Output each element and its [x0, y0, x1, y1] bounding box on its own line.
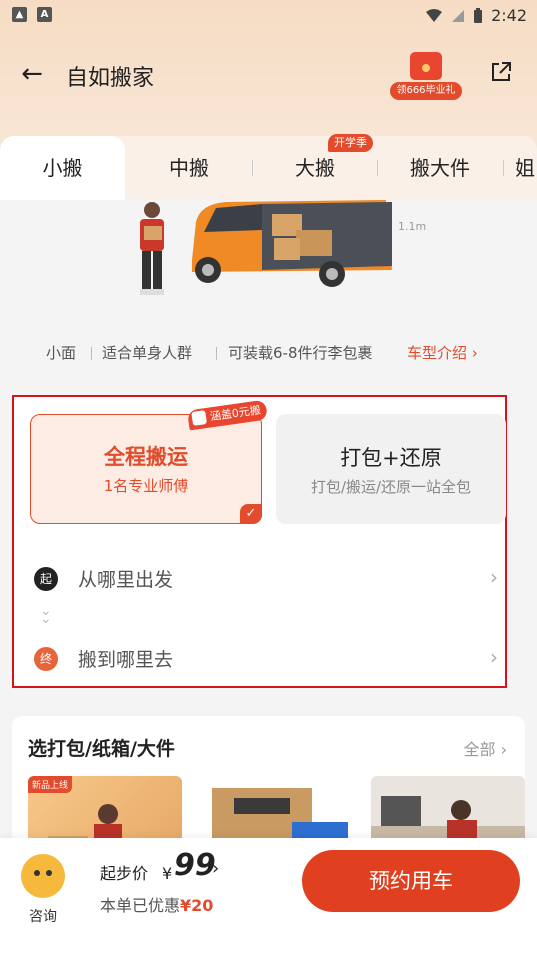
currency-symbol: ¥ [162, 864, 173, 883]
back-arrow-icon[interactable]: ← [16, 58, 48, 90]
chevron-right-icon: › [490, 565, 498, 589]
info-divider [216, 347, 217, 360]
consult-label: 咨询 [29, 909, 57, 925]
tab-divider [503, 160, 504, 176]
service-pack-restore-subtitle: 打包/搬运/还原一站全包 [310, 478, 472, 496]
gift-label: 领666毕业礼 [390, 82, 462, 100]
gallery-notification-icon: ▲ [12, 7, 27, 22]
service-pack-restore[interactable]: 打包+还原 打包/搬运/还原一站全包 [276, 414, 506, 524]
chevron-right-icon: › [212, 858, 220, 879]
wifi-icon [426, 8, 443, 22]
booking-card: 全程搬运 1名专业师傅 ✓ 涵盖0元搬 打包+还原 打包/搬运/还原一站全包 起… [12, 395, 507, 688]
signal-icon [452, 9, 465, 22]
bottom-action-bar: 咨询 起步价 ¥ 99 › 本单已优惠¥20 预约用车 [0, 838, 537, 956]
price-label: 起步价 [100, 864, 149, 883]
section-title: 选打包/纸箱/大件 [28, 738, 175, 760]
service-full-moving-subtitle: 1名专业师傅 [103, 477, 189, 495]
red-envelope-icon [410, 52, 442, 80]
dimension-label: 1.1m [398, 220, 427, 233]
vehicle-intro-link[interactable]: 车型介绍 › [407, 342, 478, 363]
van-illustration [192, 200, 392, 287]
book-vehicle-button[interactable]: 预约用车 [302, 850, 520, 912]
route-start-text: 从哪里出发 [78, 569, 174, 591]
packing-bundle-section: 选打包/纸箱/大件 全部 › 新品上线 [12, 716, 525, 856]
price-value: 99 [174, 848, 216, 883]
chevron-right-icon: › [490, 645, 498, 669]
end-marker-icon: 终 [34, 647, 58, 671]
share-icon[interactable] [487, 60, 515, 88]
vehicle-capacity: 可装载6-8件行李包裹 [228, 344, 373, 362]
service-full-moving[interactable]: 全程搬运 1名专业师傅 ✓ [30, 414, 262, 524]
mascot-icon [21, 854, 65, 898]
route-end-text: 搬到哪里去 [78, 649, 174, 671]
battery-icon [474, 7, 483, 23]
tab-badge: 开学季 [328, 134, 373, 152]
vehicle-type: 小面 [46, 344, 77, 362]
discount-value: ¥20 [180, 896, 214, 915]
info-divider [91, 347, 92, 360]
discount-label: 本单已优惠 [100, 896, 181, 915]
route-end-row[interactable]: 终 搬到哪里去 › [34, 639, 504, 679]
vehicle-audience: 适合单身人群 [102, 344, 193, 362]
vehicle-tabs: 小搬 中搬 大搬 搬大件 姐 [0, 136, 537, 200]
view-all-link[interactable]: 全部 › [464, 736, 508, 760]
check-icon: ✓ [240, 504, 262, 524]
start-marker-icon: 起 [34, 567, 58, 591]
title-bar: ← 自如搬家 领666毕业礼 [0, 50, 537, 100]
vehicle-illustration-area: 1.1m 小面 适合单身人群 可装载6-8件行李包裹 车型介绍 › [0, 200, 537, 385]
tab-medium-move[interactable]: 中搬 [126, 136, 252, 200]
consult-button[interactable]: 咨询 [18, 854, 68, 925]
service-full-moving-title: 全程搬运 [104, 445, 188, 469]
chevron-down-double-icon: ⌄ ⌄ [40, 603, 52, 627]
thumbs-up-icon [191, 410, 208, 426]
service-pack-restore-title: 打包+还原 [340, 446, 442, 470]
route-start-row[interactable]: 起 从哪里出发 › [34, 559, 504, 599]
discount-text: 本单已优惠¥20 [100, 892, 213, 916]
vehicle-info-row: 小面 适合单身人群 可装载6-8件行李包裹 车型介绍 › [0, 342, 537, 366]
new-tag: 新品上线 [28, 776, 73, 793]
status-bar: ▲ A 2:42 [0, 0, 537, 32]
graduation-gift-button[interactable]: 领666毕业礼 [390, 50, 462, 102]
tab-small-move[interactable]: 小搬 [0, 136, 125, 200]
mover-illustration [140, 202, 164, 295]
app-notification-icon: A [37, 7, 52, 22]
page-title: 自如搬家 [66, 66, 155, 91]
tab-big-items[interactable]: 搬大件 [378, 136, 502, 200]
status-time: 2:42 [491, 6, 527, 25]
tab-more[interactable]: 姐 [515, 136, 537, 200]
view-all-label: 全部 [463, 740, 496, 759]
promo-badge-text: 涵盖0元搬 [209, 403, 262, 424]
